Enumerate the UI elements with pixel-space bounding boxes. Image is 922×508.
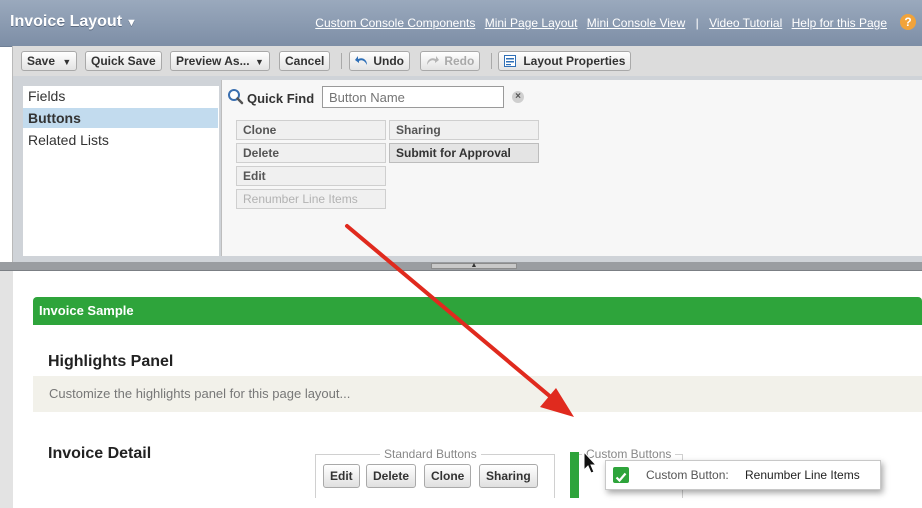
redo-button[interactable]: Redo [420,51,481,71]
quick-save-button[interactable]: Quick Save [85,51,162,71]
layout-canvas: Invoice Sample Highlights Panel Customiz… [0,271,922,508]
clear-search-icon[interactable]: × [512,91,524,103]
quick-find-label: Quick Find [247,91,315,106]
drag-item-value: Renumber Line Items [745,468,860,482]
header-links: Custom Console Components Mini Page Layo… [312,16,890,30]
help-icon[interactable]: ? [900,14,916,30]
chevron-down-icon: ▼ [254,57,264,67]
save-label: Save [27,54,56,68]
layout-properties-label: Layout Properties [523,54,626,68]
link-mini-console-view[interactable]: Mini Console View [587,16,686,30]
standard-button-edit[interactable]: Edit [323,464,360,488]
properties-icon [504,55,516,67]
palette: Fields Buttons Related Lists Quick Find … [12,76,922,262]
palette-item-renumber-line-items[interactable]: Renumber Line Items [236,189,386,209]
category-buttons[interactable]: Buttons [23,108,218,128]
layout-title-menu[interactable]: Invoice Layout ▼ [10,13,137,31]
redo-icon [427,56,439,65]
save-button[interactable]: Save ▼ [21,51,78,71]
search-icon [228,89,244,105]
chevron-down-icon: ▼ [126,17,137,29]
header-bar: Invoice Layout ▼ Custom Console Component… [0,0,922,47]
standard-button-sharing[interactable]: Sharing [479,464,538,488]
undo-button[interactable]: Undo [349,51,410,71]
standard-button-clone[interactable]: Clone [424,464,472,488]
collapse-handle-icon[interactable]: ▲ [431,262,517,269]
palette-category-list: Fields Buttons Related Lists [23,86,219,256]
link-separator: | [695,16,699,30]
redo-label: Redo [444,54,475,68]
category-related-lists[interactable]: Related Lists [23,130,218,150]
quick-find-input[interactable] [322,86,504,108]
highlights-panel-title: Highlights Panel [48,353,174,370]
standard-buttons-legend: Standard Buttons [380,447,481,461]
drop-target-indicator [570,452,579,498]
palette-item-edit[interactable]: Edit [236,166,386,186]
palette-item-submit-for-approval[interactable]: Submit for Approval [389,143,539,163]
palette-item-sharing[interactable]: Sharing [389,120,539,140]
checkmark-icon [615,472,627,483]
toolbar-divider [341,53,342,69]
toolbar-divider [491,53,492,69]
palette-item-delete[interactable]: Delete [236,143,386,163]
layout-properties-button[interactable]: Layout Properties [498,51,632,71]
category-fields[interactable]: Fields [23,86,218,106]
undo-label: Undo [373,54,404,68]
link-custom-console-components[interactable]: Custom Console Components [315,16,475,30]
preview-as-label: Preview As... [176,54,250,68]
undo-icon [355,56,367,65]
dragged-custom-button[interactable]: Custom Button: Renumber Line Items [605,460,881,490]
invoice-detail-title: Invoice Detail [48,445,152,462]
preview-as-button[interactable]: Preview As... ▼ [170,51,270,71]
custom-buttons-legend: Custom Buttons [582,447,676,461]
link-help-for-this-page[interactable]: Help for this Page [792,16,887,30]
palette-items-panel: Quick Find × Clone Delete Edit Renumber … [221,80,922,256]
highlights-panel-box[interactable]: Customize the highlights panel for this … [33,376,922,412]
standard-button-delete[interactable]: Delete [366,464,417,488]
drag-item-prefix: Custom Button: [646,468,729,482]
checkbox-checked-icon [613,467,629,483]
link-video-tutorial[interactable]: Video Tutorial [709,16,782,30]
link-mini-page-layout[interactable]: Mini Page Layout [485,16,578,30]
cancel-button[interactable]: Cancel [279,51,331,71]
layout-title: Invoice Layout [10,13,123,30]
chevron-down-icon[interactable]: ▼ [62,57,71,67]
palette-item-clone[interactable]: Clone [236,120,386,140]
toolbar: Save ▼ Quick Save Preview As... ▼ Cancel… [12,46,922,76]
palette-splitter[interactable]: ▲ [0,262,922,271]
section-header[interactable]: Invoice Sample [33,297,922,325]
